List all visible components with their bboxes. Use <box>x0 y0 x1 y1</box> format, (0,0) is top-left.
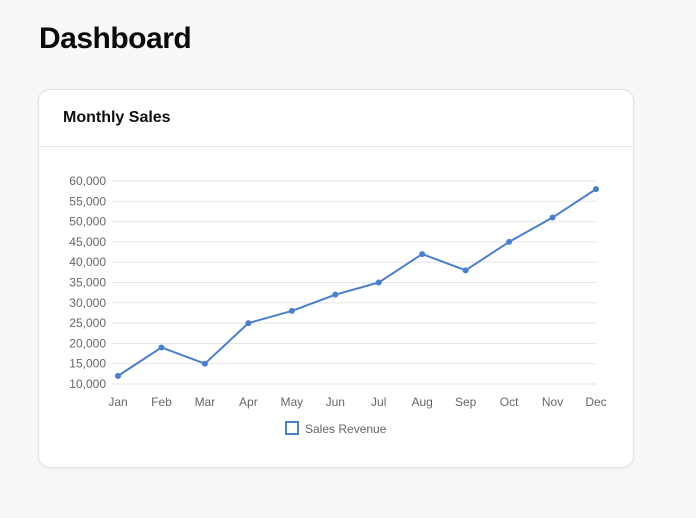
grid-lines <box>112 180 597 385</box>
legend-swatch <box>285 421 299 435</box>
x-tick-label: Sep <box>455 395 477 409</box>
x-tick-label: Nov <box>542 395 563 409</box>
x-tick-label: Oct <box>500 395 519 409</box>
data-point[interactable] <box>375 279 382 286</box>
legend-label: Sales Revenue <box>305 422 387 436</box>
data-point[interactable] <box>245 320 252 327</box>
x-tick-label: May <box>280 395 303 409</box>
y-tick-label: 35,000 <box>69 276 106 290</box>
y-tick-label: 60,000 <box>69 174 106 188</box>
chart-legend[interactable]: Sales Revenue <box>285 421 387 436</box>
data-point[interactable] <box>158 344 165 351</box>
y-tick-label: 40,000 <box>69 255 106 269</box>
x-tick-label: Mar <box>195 395 216 409</box>
y-tick-label: 10,000 <box>69 377 106 391</box>
y-tick-label: 45,000 <box>69 235 106 249</box>
data-point[interactable] <box>288 307 295 314</box>
data-point[interactable] <box>419 251 426 258</box>
data-point[interactable] <box>201 360 208 367</box>
y-tick-label: 30,000 <box>69 296 106 310</box>
x-tick-label: Feb <box>151 395 172 409</box>
data-point[interactable] <box>115 372 121 379</box>
x-tick-label: Jun <box>326 395 345 409</box>
line-chart: 10,000 15,000 20,000 25,000 30,000 35,000 40,0… <box>69 174 606 436</box>
x-tick-label: Dec <box>585 395 606 409</box>
x-tick-label: Aug <box>412 395 433 409</box>
data-point[interactable] <box>593 186 599 193</box>
x-tick-label: Apr <box>239 395 258 409</box>
y-tick-label: 15,000 <box>69 357 106 371</box>
data-point[interactable] <box>506 238 513 245</box>
y-tick-label: 55,000 <box>69 194 106 208</box>
x-tick-label: Jul <box>371 395 386 409</box>
y-axis-ticks: 10,000 15,000 20,000 25,000 30,000 35,000 40,0… <box>69 174 106 391</box>
y-tick-label: 50,000 <box>69 215 106 229</box>
x-tick-label: Jan <box>108 395 127 409</box>
y-tick-label: 25,000 <box>69 316 106 330</box>
y-tick-label: 20,000 <box>69 336 106 350</box>
legend-item[interactable]: Sales Revenue <box>285 421 387 436</box>
data-point[interactable] <box>462 267 469 274</box>
x-axis-ticks: Jan Feb Mar Apr May Jun Jul Aug Sep Oct Nov Dec <box>108 395 606 409</box>
data-point[interactable] <box>549 214 556 221</box>
data-point[interactable] <box>332 291 339 298</box>
